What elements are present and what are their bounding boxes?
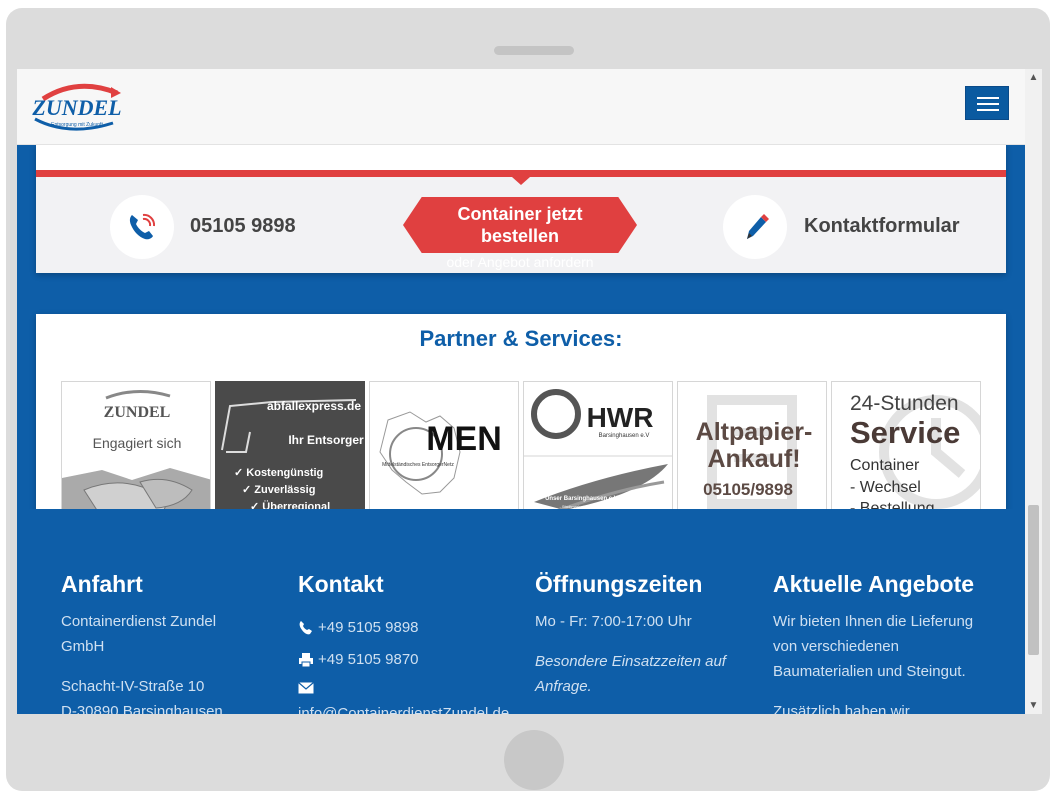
service-top-text: 24-Stunden — [850, 392, 959, 415]
menu-bar-icon — [977, 109, 999, 111]
abfall-point-2: ✓ Zuverlässig — [242, 484, 315, 496]
partners-title: Partner & Services: — [419, 326, 623, 351]
cta-top-strip — [36, 144, 1006, 170]
phone-icon — [129, 213, 156, 240]
menu-bar-icon — [977, 103, 999, 105]
tablet-speaker — [494, 46, 574, 55]
footer-address-line: GmbH — [61, 638, 105, 655]
hamburger-menu-button[interactable] — [965, 86, 1009, 120]
footer-offers-title: Aktuelle Angebote — [773, 571, 975, 597]
abfall-slogan: Ihr Entsorger — [288, 433, 364, 447]
footer-email[interactable]: info@ContainerdienstZundel.de — [298, 701, 509, 714]
footer-hours: Mo - Fr: 7:00-17:00 Uhr — [535, 613, 692, 630]
footer-hours-note: Besondere Einsatzzeiten auf — [535, 653, 726, 670]
logo-tagline: Entsorgung mit Zukunft — [51, 122, 103, 128]
browser-viewport: ZUNDEL Entsorgung mit Zukunft 05105 9898… — [17, 69, 1042, 714]
cta-panel: 05105 9898 Container jetzt bestellen oder… — [36, 144, 1006, 273]
pen-icon — [747, 214, 769, 239]
zundel-logo[interactable]: ZUNDEL Entsorgung mit Zukunft — [29, 79, 125, 135]
site-header: ZUNDEL Entsorgung mit Zukunft — [17, 69, 1025, 145]
footer-offers-line: Wir bieten Ihnen die Lieferung — [773, 613, 974, 630]
scrollbar-thumb[interactable] — [1028, 505, 1039, 655]
footer-address-line: Schacht-IV-Straße 10 — [61, 678, 205, 695]
logo-wordmark: ZUNDEL — [31, 95, 121, 120]
order-button-line2: bestellen — [480, 226, 559, 246]
hwr-subtitle: Barsinghausen e.V — [599, 433, 650, 439]
zundel-small-logo: ZUNDEL — [104, 404, 171, 421]
scroll-up-arrow-icon[interactable]: ▲ — [1025, 69, 1042, 86]
footer-fax: +49 5105 9870 — [318, 651, 419, 668]
menu-bar-icon — [977, 97, 999, 99]
footer-address-line: Containerdienst Zundel — [61, 613, 217, 630]
service-line-2: - Wechsel — [850, 479, 921, 496]
altpapier-phone: 05105/9898 — [703, 480, 793, 499]
tablet-home-button[interactable] — [504, 730, 564, 790]
order-subtext: oder Angebot anfordern — [446, 254, 594, 270]
footer-anfahrt-title: Anfahrt — [61, 571, 143, 597]
printer-icon — [299, 653, 313, 668]
site-footer: Anfahrt Containerdienst Zundel GmbH Scha… — [17, 509, 1025, 714]
footer-fax-row[interactable]: +49 5105 9870 — [298, 647, 419, 672]
contact-form-link[interactable]: Kontaktformular — [804, 215, 960, 238]
phone-icon — [299, 621, 312, 635]
abfall-domain: abfallexpress.de — [267, 399, 361, 413]
altpapier-line1: Altpapier- — [696, 418, 813, 446]
pen-icon-circle[interactable] — [723, 195, 787, 259]
men-title: MEN — [426, 420, 502, 458]
footer-offers-line: Baumaterialien und Steingut. — [773, 663, 966, 680]
footer-phone-row[interactable]: +49 5105 9898 — [298, 615, 419, 640]
scroll-down-arrow-icon[interactable]: ▼ — [1025, 697, 1042, 714]
zundel-engagiert-text: Engagiert sich — [93, 435, 182, 451]
cta-divider-notch — [512, 177, 530, 185]
vertical-scrollbar[interactable]: ▲ ▼ — [1025, 69, 1042, 714]
hwr-title: HWR — [587, 402, 654, 433]
footer-address-line: D-30890 Barsinghausen — [61, 703, 223, 714]
footer-phone: +49 5105 9898 — [318, 619, 419, 636]
altpapier-line2: Ankauf! — [707, 445, 800, 473]
service-main-text: Service — [850, 415, 960, 450]
footer-hours-note: Anfrage. — [535, 678, 592, 695]
footer-offers-line: Zusätzlich haben wir — [773, 703, 910, 714]
footer-hours-title: Öffnungszeiten — [535, 571, 703, 597]
footer-offers-line: von verschiedenen — [773, 638, 899, 655]
order-button-line1: Container jetzt — [457, 204, 583, 224]
footer-email-icon-row[interactable] — [298, 675, 318, 700]
envelope-icon — [298, 682, 314, 694]
service-line-1: Container — [850, 457, 920, 474]
men-subtitle: Mittelständisches EntsorgerNetz — [382, 462, 454, 468]
order-container-button[interactable]: Container jetzt bestellen — [403, 197, 637, 253]
partners-section: Partner & Services: ZUNDEL Engagiert sic… — [36, 314, 1006, 540]
phone-icon-circle[interactable] — [110, 195, 174, 259]
unser-barsinghausen-title: Unser Barsinghausen e.V. — [545, 496, 619, 502]
cta-phone-number[interactable]: 05105 9898 — [190, 215, 296, 238]
cta-red-divider — [36, 170, 1006, 177]
abfall-point-1: ✓ Kostengünstig — [234, 467, 323, 479]
footer-kontakt-title: Kontakt — [298, 571, 384, 597]
